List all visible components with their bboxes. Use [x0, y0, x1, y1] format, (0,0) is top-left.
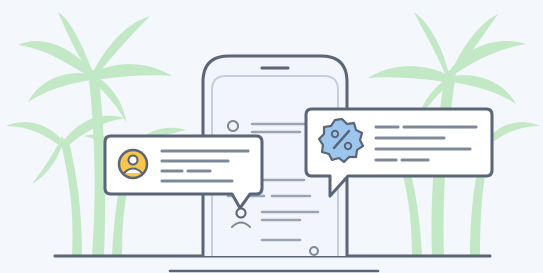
user-avatar-icon	[117, 148, 149, 180]
discount-message-bubble	[304, 107, 494, 198]
left-palm-trees	[6, 12, 186, 255]
user-message-bubble	[103, 134, 264, 219]
bubble-tail-dot	[235, 207, 247, 219]
illustration-canvas	[6, 12, 540, 273]
chat-illustration	[0, 0, 543, 273]
